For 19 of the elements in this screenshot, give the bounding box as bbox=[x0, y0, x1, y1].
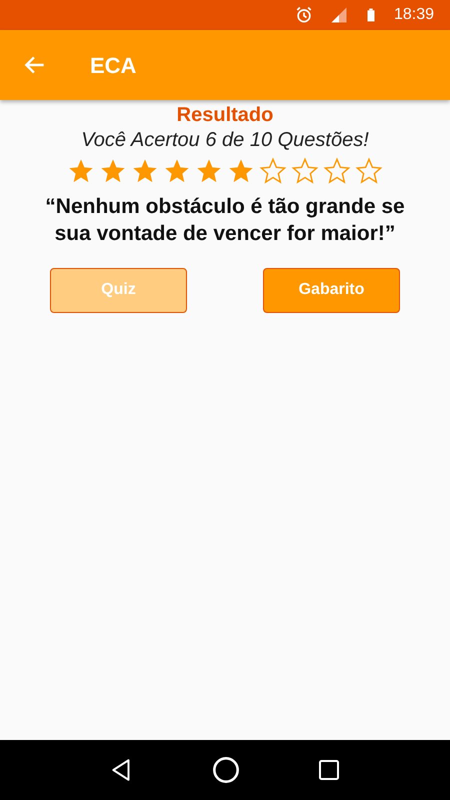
signal-icon bbox=[330, 6, 348, 24]
star-icon bbox=[227, 157, 255, 185]
recents-nav-icon[interactable] bbox=[317, 758, 342, 782]
status-time: 18:39 bbox=[394, 5, 434, 25]
empty-star-icon bbox=[291, 157, 319, 185]
star-icon bbox=[195, 157, 223, 185]
star-icon bbox=[99, 157, 127, 185]
answer-key-button[interactable]: Gabarito bbox=[263, 268, 400, 313]
star-icon bbox=[131, 157, 159, 185]
quote-text: “Nenhum obstáculo é tão grande se sua vontade de vencer for maior!” bbox=[45, 194, 405, 248]
empty-star-icon bbox=[355, 157, 383, 185]
empty-star-icon bbox=[259, 157, 287, 185]
star-icon bbox=[67, 157, 95, 185]
home-nav-icon[interactable] bbox=[212, 756, 240, 784]
star-icon bbox=[163, 157, 191, 185]
empty-star-icon bbox=[323, 157, 351, 185]
result-heading: Resultado bbox=[176, 103, 274, 127]
score-text: Você Acertou 6 de 10 Questões! bbox=[81, 128, 369, 153]
app-title: ECA bbox=[90, 52, 136, 80]
